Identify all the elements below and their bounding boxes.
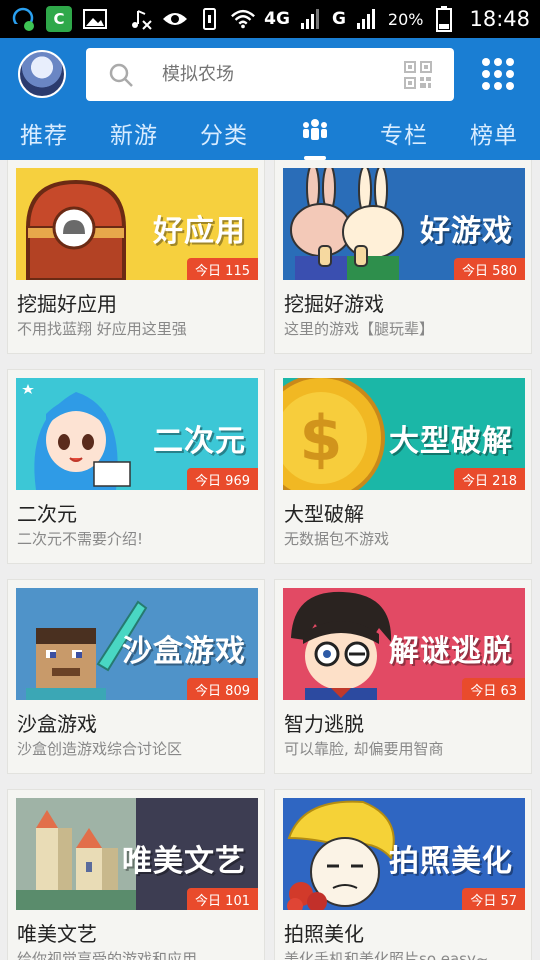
signal-icon-2 [354,6,380,32]
today-count-badge: 今日 101 [187,888,258,910]
signal-icon [298,6,324,32]
search-icon [109,63,133,87]
search-input[interactable] [162,64,382,85]
banner-title: 拍照美化 [389,844,513,879]
card-title: 拍照美化 [284,922,364,946]
category-card[interactable]: $ 大型破解 今日 218 大型破解 无数据包不游戏 [274,369,532,564]
card-title: 二次元 [17,502,77,526]
card-subtitle: 无数据包不游戏 [284,530,390,548]
category-card[interactable]: 好游戏 今日 580 挖掘好游戏 这里的游戏【腿玩辈】 [274,160,532,354]
wifi-icon [230,6,256,32]
today-count-badge: 今日 57 [462,888,525,910]
card-subtitle: 美化手机和美化照片so easy~ [284,950,489,960]
card-banner: 拍照美化 今日 57 [283,798,525,910]
card-banner: 沙盒游戏 今日 809 [16,588,258,700]
tab-categories[interactable]: 分类 [200,116,248,150]
category-card[interactable]: 沙盒游戏 今日 809 沙盒游戏 沙盒创造游戏综合讨论区 [7,579,265,774]
banner-title: 唯美文艺 [122,844,246,879]
music-off-icon [128,6,154,32]
card-subtitle: 可以靠脸, 却偏要用智商 [284,740,444,758]
network-4g-label: 4G [264,9,290,29]
battery-icon [431,6,457,32]
tab-recommend[interactable]: 推荐 [20,116,68,150]
clock: 18:48 [469,7,530,31]
card-title: 智力逃脱 [284,712,364,736]
category-card[interactable]: 唯美文艺 今日 101 唯美文艺 给你视觉享受的游戏和应用 [7,789,265,960]
search-bar[interactable] [86,48,454,101]
category-card[interactable]: 二次元 今日 969 二次元 二次元不需要介绍! [7,369,265,564]
card-banner: 唯美文艺 今日 101 [16,798,258,910]
card-banner: 解谜逃脱 今日 63 [283,588,525,700]
card-banner: 二次元 今日 969 [16,378,258,490]
today-count-badge: 今日 115 [187,258,258,280]
app-store-icon: C [46,6,72,32]
today-count-badge: 今日 63 [462,678,525,700]
card-subtitle: 沙盒创造游戏综合讨论区 [17,740,183,758]
qq-icon [10,6,36,32]
card-banner: 好应用 今日 115 [16,168,258,280]
today-count-badge: 今日 969 [187,468,258,490]
card-title: 挖掘好应用 [17,292,117,316]
category-card[interactable]: 好应用 今日 115 挖掘好应用 不用找蓝翔 好应用这里强 [7,160,265,354]
tab-new-games[interactable]: 新游 [110,116,158,150]
card-subtitle: 给你视觉享受的游戏和应用 [17,950,198,960]
status-bar: C 4G G 20% 18:48 [0,0,540,38]
network-g-label: G [331,9,346,29]
category-card[interactable]: 拍照美化 今日 57 拍照美化 美化手机和美化照片so easy~ [274,789,532,960]
app-header: 推荐 新游 分类 专栏 榜单 [0,38,540,160]
card-banner: 好游戏 今日 580 [283,168,525,280]
tab-bar: 推荐 新游 分类 专栏 榜单 [0,112,540,160]
menu-grid-icon[interactable] [482,58,514,90]
avatar[interactable] [18,50,66,98]
qr-scan-icon[interactable] [404,61,432,89]
category-grid: 好应用 今日 115 挖掘好应用 不用找蓝翔 好应用这里强 好游戏 今日 580 [0,160,540,960]
card-subtitle: 不用找蓝翔 好应用这里强 [17,320,187,338]
card-title: 挖掘好游戏 [284,292,384,316]
today-count-badge: 今日 580 [454,258,525,280]
banner-title: 大型破解 [389,424,513,459]
eye-icon [162,6,188,32]
banner-title: 好应用 [153,214,246,249]
card-banner: $ 大型破解 今日 218 [283,378,525,490]
card-title: 唯美文艺 [17,922,97,946]
banner-title: 好游戏 [420,214,513,249]
battery-percent: 20% [387,9,424,29]
today-count-badge: 今日 809 [187,678,258,700]
svg-text:$: $ [299,402,342,475]
vibrate-icon [196,6,222,32]
tab-columns[interactable]: 专栏 [380,116,428,150]
card-title: 沙盒游戏 [17,712,97,736]
image-icon [82,6,108,32]
tab-rankings[interactable]: 榜单 [470,116,518,150]
today-count-badge: 今日 218 [454,468,525,490]
card-title: 大型破解 [284,502,364,526]
banner-title: 解谜逃脱 [389,634,513,669]
banner-title: 沙盒游戏 [122,634,246,669]
category-card[interactable]: 解谜逃脱 今日 63 智力逃脱 可以靠脸, 却偏要用智商 [274,579,532,774]
card-subtitle: 这里的游戏【腿玩辈】 [284,320,435,338]
community-icon[interactable] [302,118,328,142]
card-subtitle: 二次元不需要介绍! [17,530,144,548]
banner-title: 二次元 [153,424,246,459]
